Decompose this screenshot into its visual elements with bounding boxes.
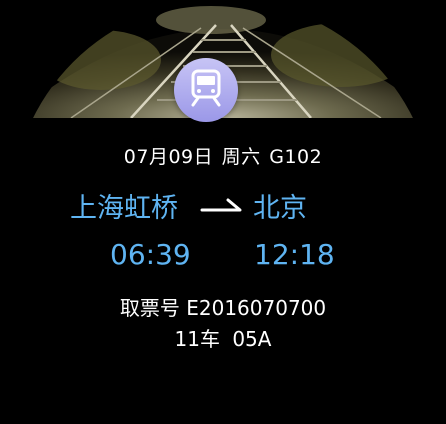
- travel-date: 07月09日: [123, 146, 214, 168]
- pickup-code-label: 取票号: [119, 296, 180, 320]
- arrival-station: 北京: [253, 193, 307, 224]
- arrival-time: 12:18: [254, 238, 335, 271]
- pickup-code-row: 取票号 E2016070700: [0, 292, 446, 321]
- travel-weekday: 周六: [221, 146, 261, 168]
- watch-screen: 07月09日 周六 G102 上海虹桥 北京 06:39 12:18 取票号 E…: [0, 0, 446, 424]
- car-number: 11车: [174, 327, 220, 351]
- arrow-right-icon: [200, 195, 244, 215]
- departure-station: 上海虹桥: [70, 193, 178, 224]
- train-icon: [188, 69, 224, 111]
- seat-number: 05A: [232, 327, 272, 351]
- train-number: G102: [269, 146, 323, 168]
- departure-time: 06:39: [110, 238, 191, 271]
- pickup-code: E2016070700: [186, 296, 327, 320]
- trip-header: 07月09日 周六 G102: [0, 142, 446, 169]
- train-badge: [174, 58, 238, 122]
- seat-info-row: 11车 05A: [0, 323, 446, 352]
